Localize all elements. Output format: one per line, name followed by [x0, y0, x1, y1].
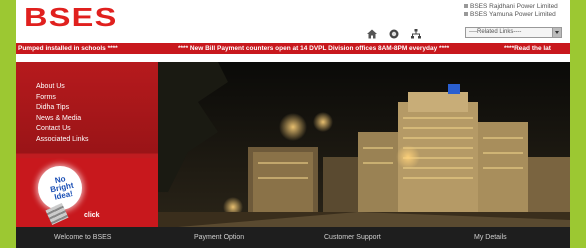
news-ticker[interactable]: Pumped installed in schools **** **** Ne… [16, 43, 570, 54]
menu-item-about-us[interactable]: About Us [36, 82, 89, 93]
menu-item-tips[interactable]: Didha Tips [36, 103, 89, 114]
nav-my-details[interactable]: My Details [474, 227, 507, 248]
side-menu: About Us Forms Didha Tips News & Media C… [36, 82, 89, 145]
bullet-icon [464, 12, 468, 17]
company-item[interactable]: BSES Yamuna Power Limited [464, 11, 562, 19]
menu-item-contact-us[interactable]: Contact Us [36, 124, 89, 135]
ticker-item[interactable]: Pumped installed in schools **** [18, 43, 118, 54]
menu-item-associated-links[interactable]: Associated Links [36, 135, 89, 146]
night-buildings-image [158, 62, 570, 227]
chevron-down-icon [552, 28, 561, 37]
click-label[interactable]: click [84, 212, 100, 219]
bright-idea-banner[interactable]: No Bright Idea! click [16, 158, 158, 227]
search-icon[interactable] [388, 27, 400, 39]
hero-photo [158, 62, 570, 227]
header: BSES BSES Rajdhani Power Limited BSES Ya… [16, 0, 570, 43]
ticker-item[interactable]: ****Read the lat [504, 43, 551, 54]
page: BSES BSES Rajdhani Power Limited BSES Ya… [16, 0, 570, 248]
nav-welcome[interactable]: Welcome to BSES [54, 227, 111, 248]
main-content: About Us Forms Didha Tips News & Media C… [16, 62, 570, 227]
company-list: BSES Rajdhani Power Limited BSES Yamuna … [464, 3, 562, 19]
company-item[interactable]: BSES Rajdhani Power Limited [464, 3, 562, 11]
nav-customer-support[interactable]: Customer Support [324, 227, 381, 248]
bses-logo[interactable]: BSES [24, 4, 118, 30]
menu-item-forms[interactable]: Forms [36, 93, 89, 104]
sitemap-icon[interactable] [410, 27, 422, 39]
bottom-nav: Welcome to BSES Payment Option Customer … [16, 227, 570, 248]
ticker-item[interactable]: **** New Bill Payment counters open at 1… [178, 43, 449, 54]
related-links-select[interactable]: ----Related Links---- [465, 27, 562, 38]
bullet-icon [464, 4, 468, 9]
side-menu-panel: About Us Forms Didha Tips News & Media C… [16, 62, 158, 227]
home-icon[interactable] [366, 27, 378, 39]
nav-payment-option[interactable]: Payment Option [194, 227, 244, 248]
menu-item-news-media[interactable]: News & Media [36, 114, 89, 125]
